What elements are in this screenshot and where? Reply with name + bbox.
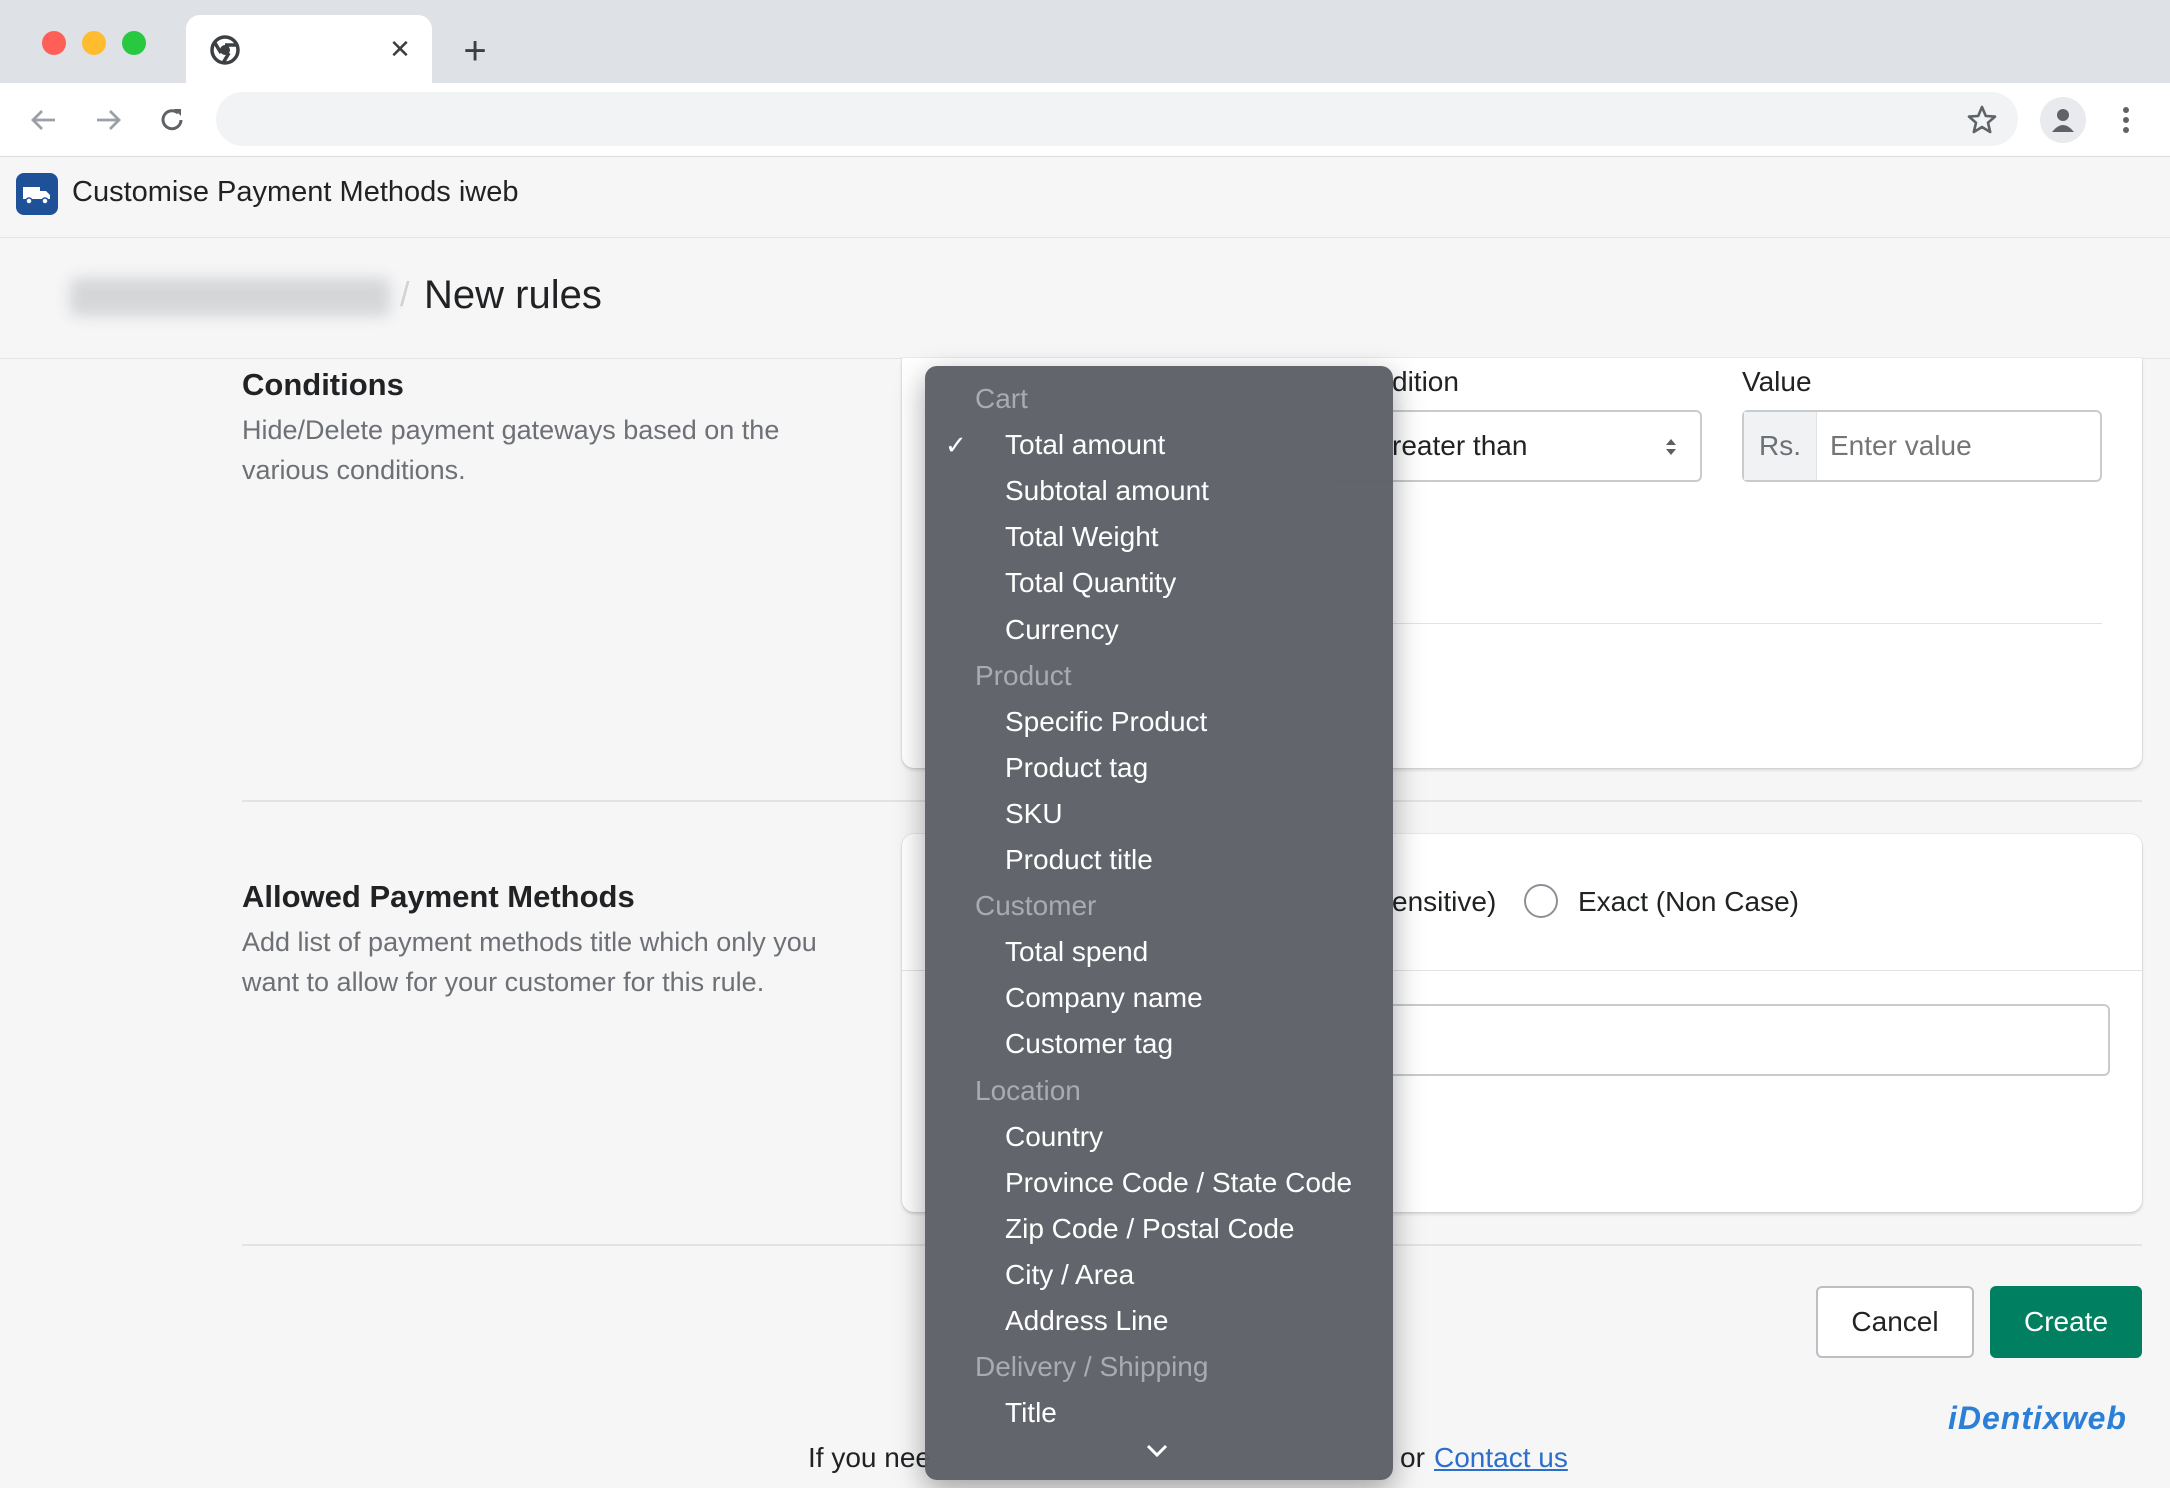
dropdown-option[interactable]: Subtotal amount	[925, 468, 1393, 514]
dropdown-option[interactable]: Total spend	[925, 929, 1393, 975]
window-maximize-dot[interactable]	[122, 31, 146, 55]
dropdown-option[interactable]: Company name	[925, 975, 1393, 1021]
dropdown-option[interactable]: Currency	[925, 607, 1393, 653]
chevron-down-icon[interactable]	[1137, 1436, 1177, 1466]
identixweb-logo: iDentixweb	[1948, 1400, 2127, 1436]
currency-prefix: Rs.	[1744, 412, 1817, 480]
exact-radio-label: Exact (Non Case)	[1578, 886, 1799, 917]
back-arrow-icon[interactable]	[24, 100, 64, 140]
dropdown-option[interactable]: City / Area	[925, 1252, 1393, 1298]
dropdown-group-label: Customer	[975, 890, 1097, 922]
dropdown-option[interactable]: Specific Product	[925, 699, 1393, 745]
footer-help-text: If you nee	[808, 1442, 931, 1473]
dropdown-option[interactable]: Total amount ✓	[925, 422, 1393, 468]
checkmark-icon: ✓	[945, 430, 967, 461]
payment-methods-input[interactable]	[1332, 1004, 2110, 1076]
allowed-methods-title: Allowed Payment Methods	[242, 879, 635, 914]
dropdown-option[interactable]: SKU	[925, 791, 1393, 837]
dropdown-option[interactable]: Total Weight	[925, 514, 1393, 560]
dropdown-option[interactable]: Province Code / State Code	[925, 1160, 1393, 1206]
dropdown-group-label: Delivery / Shipping	[975, 1351, 1209, 1383]
profile-avatar-icon[interactable]	[2040, 97, 2086, 143]
condition-row-divider	[1332, 623, 2102, 624]
breadcrumb-blurred[interactable]	[70, 278, 390, 316]
browser-tab[interactable]: ✕	[186, 15, 432, 85]
condition-select-value: reater than	[1392, 430, 1528, 461]
more-menu-icon[interactable]	[2108, 100, 2144, 140]
dropdown-option[interactable]: Address Line	[925, 1298, 1393, 1344]
dropdown-option[interactable]: Title	[925, 1390, 1393, 1436]
app-title: Customise Payment Methods iweb	[72, 176, 519, 208]
dropdown-option[interactable]: Customer tag	[925, 1021, 1393, 1067]
dropdown-group-label: Product	[975, 659, 1072, 691]
footer-or-text: or	[1400, 1442, 1425, 1473]
close-tab-icon[interactable]: ✕	[382, 31, 418, 67]
conditions-description: Hide/Delete payment gateways based on th…	[242, 415, 780, 485]
allowed-methods-description: Add list of payment methods title which …	[242, 927, 817, 997]
window-close-dot[interactable]	[42, 31, 66, 55]
app-truck-icon	[16, 173, 58, 215]
dropdown-option[interactable]: Country	[925, 1114, 1393, 1160]
select-arrows-icon	[1660, 432, 1682, 462]
conditions-title: Conditions	[242, 367, 404, 402]
match-radio-partial-label: ensitive)	[1392, 886, 1497, 917]
dropdown-option[interactable]: Product tag	[925, 745, 1393, 791]
forward-arrow-icon[interactable]	[88, 100, 128, 140]
contact-us-link[interactable]: Contact us	[1434, 1442, 1568, 1474]
dropdown-option[interactable]: Total Quantity	[925, 560, 1393, 606]
create-button[interactable]: Create	[1990, 1286, 2142, 1358]
dropdown-group-label: Cart	[975, 383, 1028, 414]
value-field[interactable]: Rs.	[1742, 410, 2102, 482]
value-input[interactable]	[1828, 420, 2092, 472]
star-bookmark-icon[interactable]	[1962, 100, 2002, 140]
condition-label: dition	[1392, 366, 1459, 397]
dropdown-group-label: Location	[975, 1074, 1081, 1106]
reload-icon[interactable]	[152, 100, 192, 140]
cancel-button[interactable]: Cancel	[1816, 1286, 1974, 1358]
exact-radio[interactable]	[1524, 884, 1558, 918]
page-title: New rules	[424, 273, 602, 317]
address-bar[interactable]	[216, 92, 2018, 146]
breadcrumb-separator: /	[400, 276, 410, 314]
chrome-icon	[208, 33, 242, 67]
window-minimize-dot[interactable]	[82, 31, 106, 55]
dropdown-option[interactable]: Product title	[925, 837, 1393, 883]
value-label: Value	[1742, 366, 1812, 397]
condition-type-dropdown[interactable]: Cart Total amount ✓ Subtotal amount Total We…	[925, 366, 1393, 1480]
new-tab-button[interactable]: +	[452, 28, 498, 74]
dropdown-option[interactable]: Zip Code / Postal Code	[925, 1206, 1393, 1252]
